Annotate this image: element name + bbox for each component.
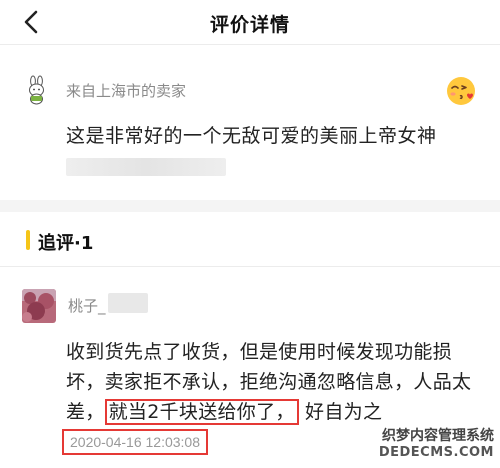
kiss-face-emoji-icon[interactable] xyxy=(445,75,477,107)
review-text-end: 好自为之 xyxy=(305,401,383,423)
watermark-line2: DEDECMS.COM xyxy=(378,445,494,460)
seller-name: 来自上海市的卖家 xyxy=(66,82,187,100)
reviewer-name: 桃子_ xyxy=(68,297,106,315)
review-detail-page: 评价详情 来自上海市的卖家 这是非常好的一个无敌可爱的美丽上帝女神 追评·1 桃… xyxy=(0,0,500,468)
seller-comment-text: 这是非常好的一个无敌可爱的美丽上帝女神 xyxy=(66,125,437,147)
review-text: 收到货先点了收货，但是使用时候发现功能损坏，卖家拒不承认，拒绝沟通忽略信息，人品… xyxy=(66,337,476,427)
blurred-content xyxy=(66,158,226,176)
review-timestamp: 2020-04-16 12:03:08 xyxy=(62,429,208,455)
accent-bar xyxy=(26,230,30,250)
watermark-line1: 织梦内容管理系统 xyxy=(378,425,494,445)
seller-review-card: 来自上海市的卖家 这是非常好的一个无敌可爱的美丽上帝女神 xyxy=(0,45,500,200)
page-title: 评价详情 xyxy=(209,14,290,36)
watermark: 织梦内容管理系统 DEDECMS.COM xyxy=(378,425,494,460)
blurred-name xyxy=(108,293,148,313)
followup-title: 追评·1 xyxy=(38,233,94,254)
section-divider xyxy=(0,200,500,212)
bunny-avatar-icon xyxy=(22,75,52,105)
highlighted-text: 就当2千块送给你了， xyxy=(104,399,299,425)
followup-section-header: 追评·1 xyxy=(0,212,500,267)
top-nav-bar: 评价详情 xyxy=(0,0,500,45)
reviewer-avatar[interactable] xyxy=(22,289,56,323)
